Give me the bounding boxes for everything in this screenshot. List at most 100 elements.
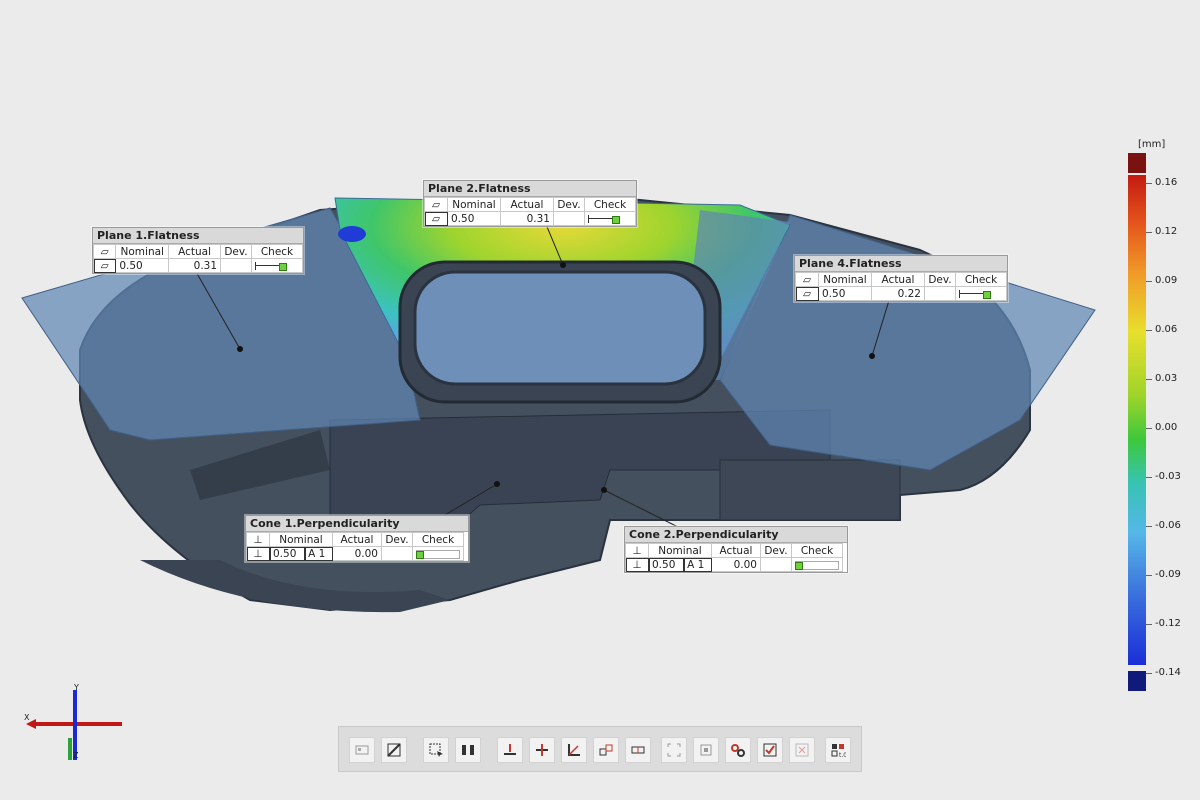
actual-value: 0.22 — [871, 286, 925, 301]
header-actual: Actual — [871, 272, 925, 287]
callout-plane-1-flatness[interactable]: Plane 1.Flatness ▱ Nominal Actual Dev. C… — [92, 227, 304, 274]
actual-value: 0.31 — [168, 258, 222, 273]
perpendicularity-icon: ⊥ — [625, 557, 649, 572]
triad[interactable]: Y X Z — [24, 683, 122, 760]
header-dev: Dev. — [924, 272, 956, 287]
callout-cone-2-perpendicularity[interactable]: Cone 2.Perpendicularity ⊥ Nominal Actual… — [624, 526, 848, 573]
legend-tick — [1146, 673, 1152, 674]
legend-tick — [1146, 477, 1152, 478]
legend-tick — [1146, 575, 1152, 576]
header-dev: Dev. — [553, 197, 585, 212]
check-indicator — [250, 258, 304, 273]
header-check: Check — [791, 543, 843, 558]
flatness-icon: ▱ — [424, 211, 448, 226]
fit-icon[interactable] — [661, 737, 687, 763]
bottom-toolbar: t.0 — [338, 726, 862, 772]
header-nominal: Nominal — [818, 272, 872, 287]
flatness-icon: ▱ — [795, 272, 819, 287]
nominal-value: 0.50 — [447, 211, 501, 226]
header-nominal: Nominal — [269, 532, 333, 547]
nominal-value: 0.50 — [268, 546, 306, 561]
check-indicator — [412, 546, 464, 561]
flatness-icon: ▱ — [92, 258, 117, 273]
section-icon[interactable] — [381, 737, 407, 763]
flatness-icon: ▱ — [424, 197, 448, 212]
callout-title: Cone 1.Perpendicularity — [246, 516, 468, 532]
check-icon[interactable] — [757, 737, 783, 763]
callout-title: Plane 1.Flatness — [93, 228, 303, 244]
3d-viewport[interactable]: Y X Z — [0, 0, 1200, 800]
legend-tick-label: -0.03 — [1155, 471, 1181, 482]
legend-tick — [1146, 183, 1152, 184]
header-actual: Actual — [332, 532, 382, 547]
callout-plane-4-flatness[interactable]: Plane 4.Flatness ▱ Nominal Actual Dev. C… — [794, 255, 1008, 302]
plane-4-overlay — [719, 214, 1096, 471]
legend-tick — [1146, 428, 1152, 429]
actual-value: 0.31 — [500, 211, 554, 226]
header-nominal: Nominal — [115, 244, 170, 259]
header-actual: Actual — [500, 197, 554, 212]
dev-value — [381, 546, 413, 561]
perpendicularity-icon: ⊥ — [246, 546, 270, 561]
dev-value — [220, 258, 252, 273]
header-check: Check — [584, 197, 636, 212]
header-check: Check — [412, 532, 464, 547]
legend-tick-label: 0.16 — [1155, 177, 1178, 188]
legend-tick-label: -0.14 — [1155, 667, 1181, 678]
legend-tick — [1146, 281, 1152, 282]
geometry-icon[interactable] — [593, 737, 619, 763]
align-icon[interactable] — [497, 737, 523, 763]
actual-value: 0.00 — [711, 557, 761, 572]
header-check: Check — [250, 244, 304, 259]
legend-tick-label: 0.03 — [1155, 373, 1178, 384]
settings-icon[interactable]: t.0 — [825, 737, 851, 763]
datum-reference: A 1 — [683, 557, 712, 572]
callout-cone-1-perpendicularity[interactable]: Cone 1.Perpendicularity ⊥ Nominal Actual… — [245, 515, 469, 562]
connect-icon[interactable] — [725, 737, 751, 763]
legend-color-scale — [1128, 175, 1146, 665]
header-dev: Dev. — [381, 532, 413, 547]
check-indicator — [955, 286, 1007, 301]
nominal-value: 0.50 — [115, 258, 170, 273]
header-actual: Actual — [168, 244, 222, 259]
flatness-icon: ▱ — [92, 244, 117, 259]
legend-tick — [1146, 379, 1152, 380]
zoom-extent-icon[interactable] — [693, 737, 719, 763]
view-mode-icon[interactable] — [349, 737, 375, 763]
perpendicularity-icon: ⊥ — [625, 543, 649, 558]
datum-reference: A 1 — [304, 546, 333, 561]
legend-unit: [mm] — [1138, 139, 1166, 150]
triad-z-label: Z — [73, 751, 79, 760]
triad-x-label: X — [24, 713, 30, 722]
header-actual: Actual — [711, 543, 761, 558]
legend-tick-label: -0.12 — [1155, 618, 1181, 629]
dev-value — [553, 211, 585, 226]
label-icon[interactable] — [625, 737, 651, 763]
header-check: Check — [955, 272, 1007, 287]
callout-plane-2-flatness[interactable]: Plane 2.Flatness ▱ Nominal Actual Dev. C… — [423, 180, 637, 227]
split-icon[interactable] — [455, 737, 481, 763]
header-dev: Dev. — [220, 244, 252, 259]
actual-value: 0.00 — [332, 546, 382, 561]
legend-bottom-cap — [1128, 671, 1146, 691]
dev-value — [924, 286, 956, 301]
legend-tick-label: 0.09 — [1155, 275, 1178, 286]
legend-tick-label: 0.00 — [1155, 422, 1178, 433]
legend-tick — [1146, 232, 1152, 233]
header-nominal: Nominal — [648, 543, 712, 558]
check-indicator — [584, 211, 636, 226]
callout-title: Plane 4.Flatness — [795, 256, 1007, 272]
legend-top-cap — [1128, 153, 1146, 173]
perpendicularity-icon: ⊥ — [246, 532, 270, 547]
nominal-value: 0.50 — [818, 286, 872, 301]
header-dev: Dev. — [760, 543, 792, 558]
header-nominal: Nominal — [447, 197, 501, 212]
angle-icon[interactable] — [561, 737, 587, 763]
legend-tick-label: -0.06 — [1155, 520, 1181, 531]
legend-tick — [1146, 526, 1152, 527]
select-region-icon[interactable] — [423, 737, 449, 763]
distribute-icon[interactable] — [529, 737, 555, 763]
legend-tick-label: -0.09 — [1155, 569, 1181, 580]
close-icon[interactable] — [789, 737, 815, 763]
callout-title: Cone 2.Perpendicularity — [625, 527, 847, 543]
